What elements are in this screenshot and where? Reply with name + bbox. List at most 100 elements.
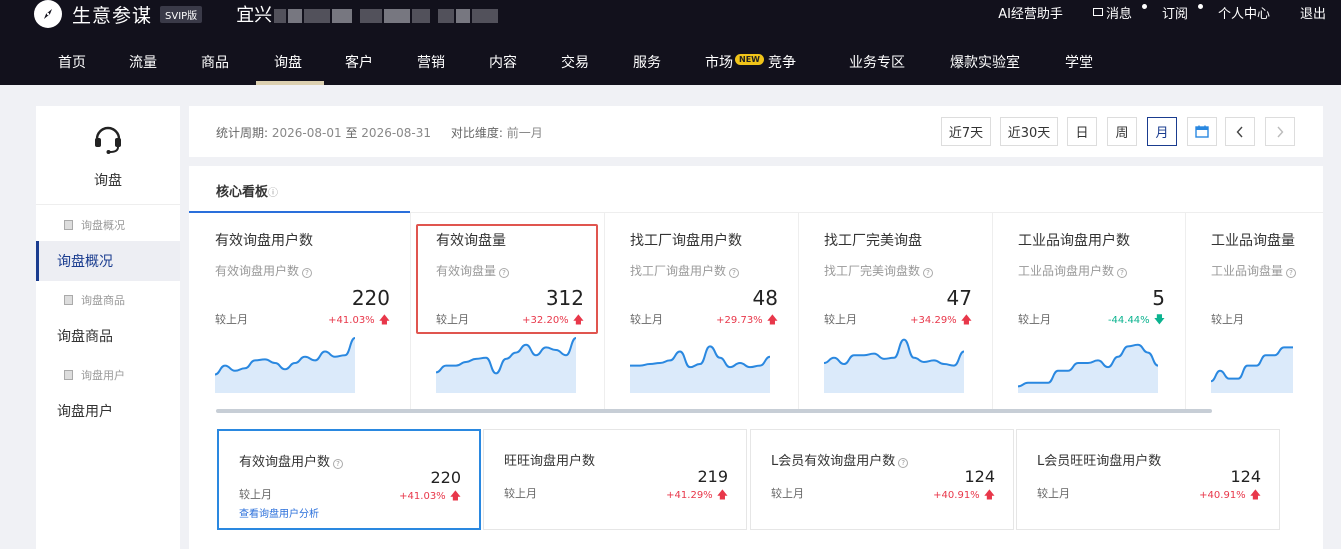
logout-link[interactable]: 退出: [1300, 3, 1326, 22]
sub-card-title-text: L会员有效询盘用户数: [771, 454, 896, 469]
help-icon[interactable]: ?: [898, 458, 909, 468]
kpi-subtitle-text: 工业品询盘量: [1211, 264, 1284, 278]
kpi-value: 47: [946, 286, 972, 310]
arrow-up-icon: 🡅: [449, 489, 461, 502]
nav-home[interactable]: 首页: [58, 46, 86, 85]
help-icon[interactable]: ?: [302, 268, 313, 278]
redacted-block: [384, 9, 411, 23]
sub-card-value: 124: [1230, 467, 1261, 486]
document-icon: [64, 295, 73, 305]
kpi-subtitle-text: 找工厂完美询盘数: [824, 264, 921, 278]
kpi-change-value: +34.29%: [910, 315, 957, 326]
redacted-block: [332, 9, 353, 23]
next-period-button[interactable]: [1265, 117, 1295, 146]
sidebar-item-products[interactable]: 询盘商品: [36, 316, 180, 356]
document-icon: [64, 220, 73, 230]
kpi-separator: [1185, 213, 1186, 409]
sparkline-area: [1018, 344, 1158, 393]
edition-badge: SVIP版: [160, 5, 203, 23]
compass-logo-icon: [34, 0, 62, 28]
day-button[interactable]: 日: [1067, 117, 1097, 146]
kpi-card[interactable]: 找工厂询盘用户数 找工厂询盘用户数? 48 较上月 +29.73% 🡅: [604, 213, 798, 409]
kpi-subtitle: 有效询盘用户数?: [215, 262, 313, 279]
nav-academy[interactable]: 学堂: [1065, 46, 1093, 85]
compare-value: 前一月: [506, 126, 543, 140]
period-label: 统计周期:: [216, 126, 269, 140]
subscribe-label: 订阅: [1161, 6, 1188, 22]
nav-customers[interactable]: 客户: [345, 46, 373, 85]
messages-link[interactable]: 消息: [1092, 3, 1147, 22]
help-icon[interactable]: ?: [729, 268, 740, 278]
kpi-change-value: +29.73%: [716, 315, 763, 326]
kpi-card[interactable]: 找工厂完美询盘 找工厂完美询盘数? 47 较上月 +34.29% 🡅: [798, 213, 992, 409]
sub-card-change: +40.91% 🡅: [1199, 486, 1261, 505]
nav-content[interactable]: 内容: [489, 46, 517, 85]
help-icon[interactable]: ?: [1286, 268, 1297, 278]
nav-products[interactable]: 商品: [201, 46, 229, 85]
sidebar-group-products: 询盘商品: [64, 292, 125, 308]
help-icon[interactable]: ⓘ: [268, 188, 278, 199]
period-start: 2026-08-01: [271, 126, 342, 140]
metric-sub-card[interactable]: 旺旺询盘用户数 219 较上月 +41.29% 🡅: [483, 429, 747, 530]
metric-sub-card[interactable]: L会员旺旺询盘用户数 124 较上月 +40.91% 🡅: [1016, 429, 1280, 530]
last-7-days-button[interactable]: 近7天: [941, 117, 991, 146]
profile-link[interactable]: 个人中心: [1218, 3, 1270, 22]
metric-sub-card[interactable]: L会员有效询盘用户数? 124 较上月 +40.91% 🡅: [750, 429, 1014, 530]
redacted-block: [360, 9, 383, 23]
core-dashboard-panel: 核心看板ⓘ 有效询盘用户数 有效询盘用户数? 220 较上月 +41.03% 🡅 有效询盘量…: [189, 166, 1323, 549]
kpi-subtitle: 工业品询盘量?: [1211, 262, 1297, 279]
ai-assistant-link[interactable]: AI经营助手: [998, 3, 1063, 22]
sub-card-change-value: +40.91%: [1199, 490, 1246, 501]
nav-service[interactable]: 服务: [633, 46, 661, 85]
arrow-up-icon: 🡅: [378, 313, 390, 326]
metric-sub-card[interactable]: 有效询盘用户数? 220 较上月 +41.03% 🡅 查看询盘用户分析: [217, 429, 481, 530]
brand-name: 生意参谋: [72, 4, 153, 27]
help-icon[interactable]: ?: [923, 268, 934, 278]
period-end: 2026-08-31: [361, 126, 432, 140]
mail-icon: [1092, 8, 1103, 16]
nav-trade[interactable]: 交易: [561, 46, 589, 85]
kpi-card[interactable]: 工业品询盘用户数 工业品询盘用户数? 5 较上月 -44.44% 🡇: [992, 213, 1185, 409]
help-icon[interactable]: ?: [333, 459, 344, 469]
sidebar-item-overview[interactable]: 询盘概况: [36, 241, 180, 281]
kpi-subtitle: 找工厂完美询盘数?: [824, 262, 934, 279]
sub-card-change-value: +40.91%: [933, 490, 980, 501]
sidebar-item-users[interactable]: 询盘用户: [36, 391, 180, 431]
nav-hit-lab[interactable]: 爆款实验室: [950, 46, 1020, 85]
sidebar-title: 询盘: [94, 173, 122, 189]
week-button[interactable]: 周: [1107, 117, 1137, 146]
kpi-compare-label: 较上月: [630, 313, 663, 326]
trend-sparkline: [630, 345, 770, 393]
nav-traffic[interactable]: 流量: [129, 46, 157, 85]
nav-business-zone[interactable]: 业务专区: [849, 46, 905, 85]
arrow-up-icon: 🡅: [960, 313, 972, 326]
nav-market[interactable]: 市场 NEW 竞争: [705, 46, 796, 85]
sparkline-line: [630, 345, 770, 369]
help-icon[interactable]: ?: [1117, 268, 1128, 278]
nav-active-indicator: [256, 81, 324, 85]
shop-name[interactable]: 宜兴: [236, 1, 499, 27]
nav-competition[interactable]: 竞争: [768, 52, 796, 72]
brand[interactable]: 生意参谋 SVIP版 宜兴: [34, 0, 499, 28]
kpi-card[interactable]: 工业品询盘量 工业品询盘量? 较上月: [1185, 213, 1323, 409]
sub-card-title-text: 旺旺询盘用户数: [504, 454, 596, 469]
prev-period-button[interactable]: [1225, 117, 1255, 146]
sidebar-group-label: 询盘商品: [81, 294, 125, 307]
month-button[interactable]: 月: [1147, 117, 1177, 146]
notification-dot: [1141, 3, 1147, 9]
period-to: 至: [345, 126, 358, 140]
sub-card-title: L会员有效询盘用户数?: [771, 450, 909, 469]
nav-inquiry[interactable]: 询盘: [274, 46, 302, 85]
nav-marketing[interactable]: 营销: [417, 46, 445, 85]
kpi-separator: [604, 213, 605, 409]
trend-sparkline: [1211, 346, 1293, 393]
subscribe-link[interactable]: 订阅: [1161, 3, 1203, 22]
kpi-subtitle-text: 工业品询盘用户数: [1018, 264, 1115, 278]
horizontal-scrollbar[interactable]: [216, 409, 1212, 413]
sub-card-value: 220: [430, 468, 461, 487]
kpi-card[interactable]: 有效询盘用户数 有效询盘用户数? 220 较上月 +41.03% 🡅: [189, 213, 410, 409]
calendar-button[interactable]: [1187, 117, 1217, 146]
last-30-days-button[interactable]: 近30天: [1000, 117, 1058, 146]
analyze-users-link[interactable]: 查看询盘用户分析: [239, 505, 319, 520]
chevron-right-icon: [1277, 126, 1284, 137]
